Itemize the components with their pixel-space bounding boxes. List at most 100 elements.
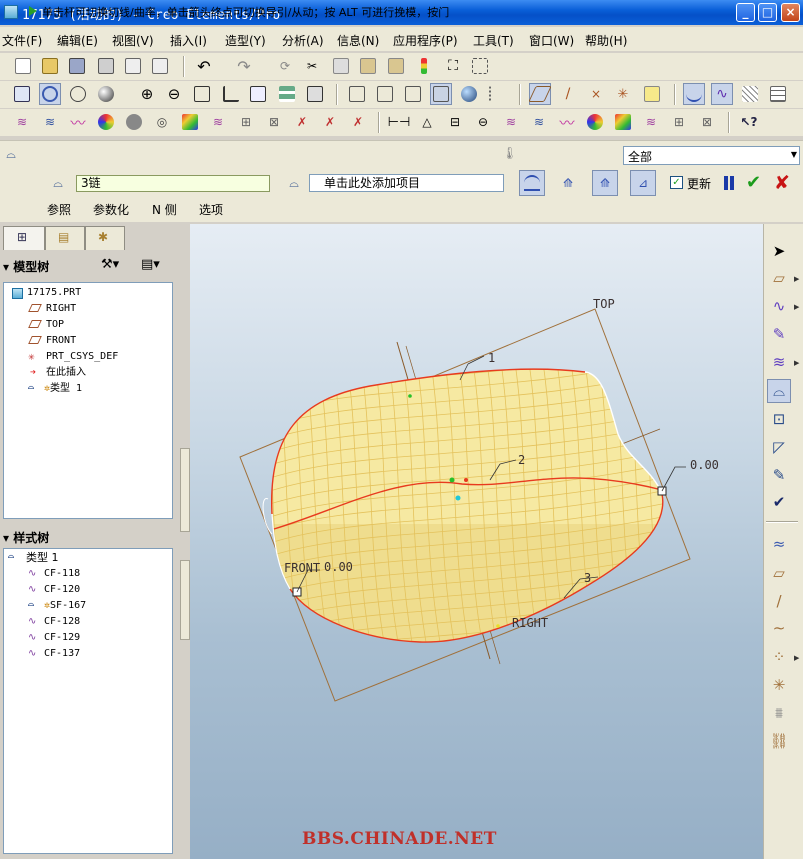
datum-axis-display-icon[interactable]: / [557,83,579,105]
find-icon[interactable]: ⛶ [442,55,464,77]
menu-help[interactable]: 帮助(H) [585,32,627,49]
grid-icon-2[interactable] [767,83,789,105]
select-box-icon[interactable] [469,55,491,77]
orient-mode-icon[interactable] [67,83,89,105]
tree-settings-icon[interactable]: ⚒▾ [101,257,119,272]
cancel-icon[interactable]: ✘ [774,172,790,194]
select-arrow-icon[interactable]: ➤ [767,239,791,263]
update-checkbox[interactable]: ✓ [670,176,683,189]
style-tree-item-root[interactable]: ⌓ 类型 1 [8,550,59,566]
surface-mesh-icon[interactable]: ⟰ [592,170,618,196]
more-arrow-icon[interactable]: ▶ [794,303,799,311]
undo-icon[interactable]: ↶ [193,55,215,77]
curve-point-cyan[interactable] [455,495,461,501]
surface-grid-icon[interactable]: ∿ [711,83,733,105]
confirm-icon[interactable]: ✔ [746,172,761,193]
dihedral-icon[interactable]: ≋ [207,111,229,133]
tree-item-right[interactable]: RIGHT [28,301,76,317]
refit-icon[interactable] [191,83,213,105]
done-icon[interactable]: ✔ [767,490,791,514]
style-tree-header[interactable]: ▾ 样式树 [3,529,49,546]
menu-insert[interactable]: 插入(I) [170,32,207,49]
curve-point-green[interactable] [449,477,455,483]
intersection-icon[interactable]: ✳ [767,673,791,697]
no-hidden-icon[interactable] [402,83,424,105]
shade-curvature-icon[interactable] [123,111,145,133]
reorient-icon[interactable] [220,83,242,105]
delete-all-icon[interactable]: ✗ [347,111,369,133]
spin-center-icon[interactable] [39,83,61,105]
deviation-icon[interactable]: ⊠ [263,111,285,133]
curve-point-1[interactable] [408,394,412,398]
menu-applications[interactable]: 应用程序(P) [393,32,458,49]
paste-special-icon[interactable] [385,55,407,77]
saved-views-icon[interactable] [247,83,269,105]
create-curve-icon[interactable]: ∿ [767,294,791,318]
edit-curve-icon[interactable]: ✎ [767,322,791,346]
shading-icon[interactable] [430,83,452,105]
section-icon[interactable]: ≋ [39,111,61,133]
curve-on-surface-icon[interactable]: ≈ [767,532,791,556]
email-icon[interactable] [122,55,144,77]
surface-ruled-icon[interactable]: ⟰ [555,170,581,196]
edit-surface-icon[interactable]: ✎ [767,463,791,487]
tab-folder-browser[interactable]: ▤ [45,226,85,250]
reflection-icon[interactable] [95,111,117,133]
menu-window[interactable]: 窗口(W) [529,32,574,49]
context-help-icon[interactable]: ↖? [738,111,760,133]
redo-icon[interactable]: ↷ [233,55,255,77]
compare-icon[interactable]: ⊠ [696,111,718,133]
tree-item-style[interactable]: ⌓ ✲类型 1 [28,381,82,397]
draft-analysis-icon[interactable] [612,111,634,133]
model-view[interactable]: 1 2 3 0.00 0.00 TOP FRONT RIGHT [190,224,763,859]
model-tree-display-icon[interactable] [486,83,508,105]
tolerance-icon[interactable]: ⩩ [767,701,791,725]
tree-columns-icon[interactable]: ▤▾ [141,257,160,272]
datum-plane-display-icon[interactable] [528,83,552,105]
style-display-icon[interactable] [641,83,663,105]
surface-preview-icon[interactable] [519,170,545,196]
create-surface-icon[interactable]: ⌓ [767,379,791,403]
delete-curvature-icon[interactable]: ✗ [291,111,313,133]
color-analysis-icon[interactable] [584,111,606,133]
grid-icon[interactable] [739,83,761,105]
tab-n-sided[interactable]: N 侧 [152,201,177,218]
delete-section-icon[interactable]: ✗ [319,111,341,133]
menu-style[interactable]: 造型(Y) [225,32,266,49]
menu-info[interactable]: 信息(N) [337,32,379,49]
cut-icon[interactable]: ✂ [301,55,323,77]
tree-item-part[interactable]: 17175.PRT [12,285,81,301]
tree-splitter[interactable] [180,448,190,532]
regenerate-icon[interactable]: ⟳ [274,55,296,77]
connect-surface-icon[interactable]: ⊡ [767,407,791,431]
surface-analysis-icon[interactable]: ≋ [528,111,550,133]
tab-favorites[interactable]: ✱ [85,226,125,250]
connect-icon[interactable]: 〰 [556,111,578,133]
style-tree-item-cf129[interactable]: ∿ CF-129 [28,630,80,646]
style-tree-item-cf120[interactable]: ∿ CF-120 [28,582,80,598]
tab-references[interactable]: 参照 [47,201,71,218]
graphics-window[interactable]: 1 2 3 0.00 0.00 TOP FRONT RIGHT BBS.CHIN… [190,224,763,859]
set-active-plane-icon[interactable]: ▱ [767,266,791,290]
tab-model-tree[interactable]: ⊞ [3,226,45,250]
table-icon[interactable]: ⊟ [444,111,466,133]
curve-display-icon[interactable] [683,83,705,105]
zoom-in-icon[interactable]: ⊕ [136,83,158,105]
point-icon[interactable]: ⁘ [767,645,791,669]
layers-icon[interactable] [276,83,298,105]
menu-file[interactable]: 文件(F) [2,32,42,49]
style-tree-item-cf137[interactable]: ∿ CF-137 [28,646,80,662]
menu-edit[interactable]: 编辑(E) [57,32,98,49]
graph-icon[interactable]: ≋ [640,111,662,133]
trim-surface-icon[interactable]: ◸ [767,435,791,459]
curve-analysis-icon[interactable]: ≋ [500,111,522,133]
menu-tools[interactable]: 工具(T) [473,32,514,49]
curve-point-3[interactable] [496,624,500,628]
menu-analysis[interactable]: 分析(A) [282,32,324,49]
datum-point-display-icon[interactable]: × [585,83,607,105]
draft-icon[interactable]: ◎ [151,111,173,133]
hidden-line-icon[interactable] [374,83,396,105]
arc-icon[interactable]: ∼ [767,616,791,640]
curve-point-red[interactable] [464,478,468,482]
style-tree-splitter[interactable] [180,560,190,640]
